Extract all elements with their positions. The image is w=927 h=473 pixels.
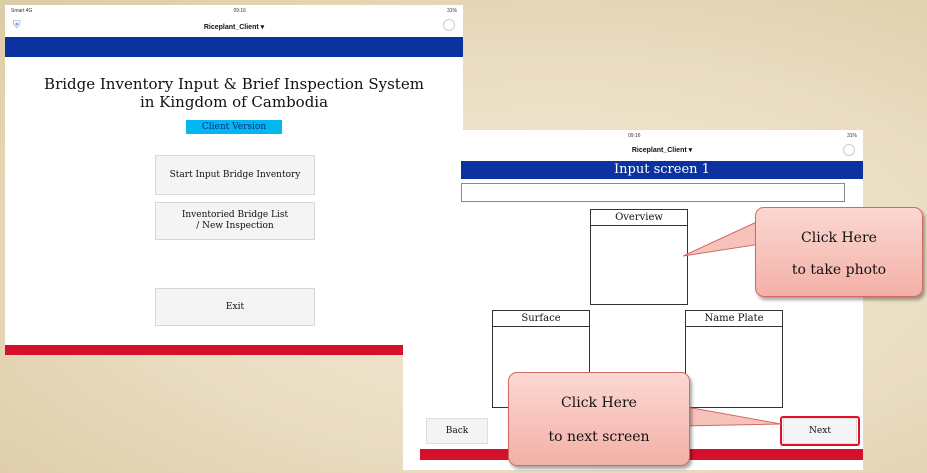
client-version-badge: Client Version [186,120,282,134]
nav-bar: ⛨ Riceplant_Client ▾ [5,17,463,37]
search-icon[interactable] [443,19,455,31]
footer-bar: Version 1.0.0 [5,345,463,355]
next-screen-callout: Click Here to next screen [508,372,690,466]
battery-label: 31% [446,8,457,14]
back-button[interactable]: Back [426,418,488,444]
overview-label: Overview [591,210,687,226]
search-icon-2[interactable] [843,144,855,156]
take-photo-callout: Click Here to take photo [755,207,923,297]
callout-pointer-photo [683,219,762,257]
input-screen-header: Input screen 1 [461,161,863,179]
overview-photo-box[interactable]: Overview [590,209,688,305]
surface-label: Surface [493,311,589,327]
time-label: 09:16 [233,8,246,14]
time-label-2: 09:16 [628,133,641,139]
name-plate-photo-box[interactable]: Name Plate [685,310,783,408]
app-title: Bridge Inventory Input & Brief Inspectio… [5,75,463,111]
status-bar: Smart 4G 09:16 31% [5,5,463,17]
app-title-line1: Bridge Inventory Input & Brief Inspectio… [44,75,424,93]
nav-bar-2: Riceplant_Client ▾ [403,142,863,158]
next-screen-callout-line1: Click Here [561,395,637,411]
take-photo-callout-line2: to take photo [791,262,887,278]
next-button-highlight [780,416,860,446]
exit-button[interactable]: Exit [155,288,315,326]
callout-pointer-next [681,405,782,427]
next-screen-callout-line2: to next screen [548,429,650,445]
nav-title-2[interactable]: Riceplant_Client ▾ [632,146,692,154]
app-title-line2: in Kingdom of Cambodia [139,93,329,111]
nav-title[interactable]: Riceplant_Client ▾ [204,23,264,31]
name-plate-label: Name Plate [686,311,782,327]
start-input-bridge-inventory-button[interactable]: Start Input Bridge Inventory [155,155,315,195]
status-bar-2: 09:16 31% [403,130,863,142]
take-photo-callout-line1: Click Here [801,230,877,246]
home-screen: Smart 4G 09:16 31% ⛨ Riceplant_Client ▾ … [5,5,463,355]
battery-label-2: 31% [846,133,857,139]
header-bar [5,37,463,57]
text-input[interactable] [461,183,845,202]
map-icon[interactable]: ⛨ [13,20,21,31]
carrier-label: Smart 4G [11,8,33,14]
inventoried-bridge-list-button[interactable]: Inventoried Bridge List / New Inspection [155,202,315,240]
